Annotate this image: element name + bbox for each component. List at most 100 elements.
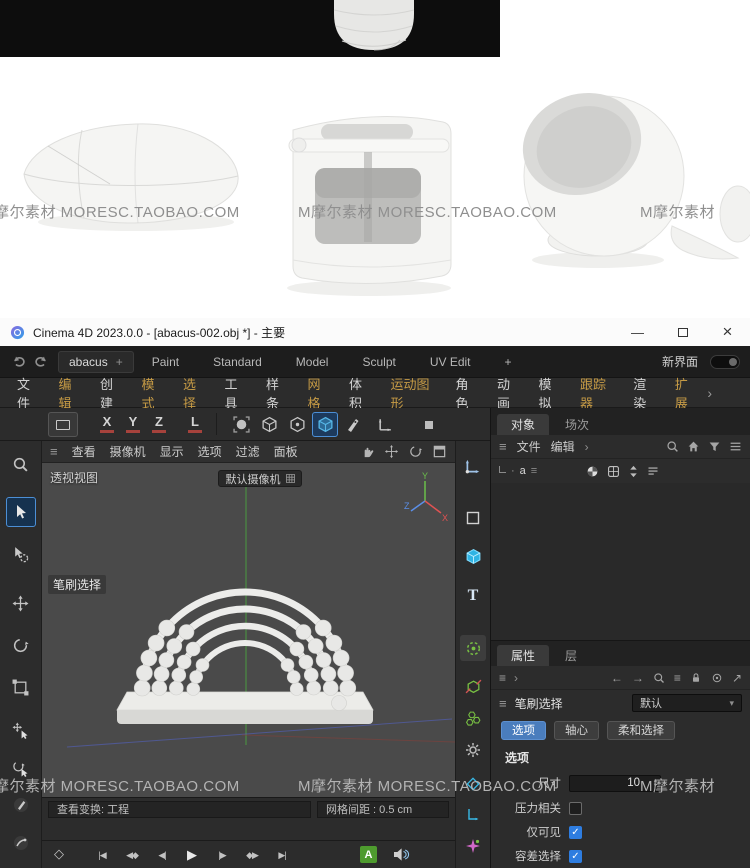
options-mode-button[interactable]: 选项 bbox=[501, 720, 546, 740]
viewport-menu-icon[interactable]: ≡ bbox=[50, 444, 58, 459]
move-cursor-tool-icon[interactable] bbox=[6, 715, 36, 745]
selection-brush-tool-icon[interactable] bbox=[6, 539, 36, 569]
maximize-view-icon[interactable] bbox=[432, 444, 447, 459]
layout-preset-model[interactable]: Model bbox=[296, 355, 329, 369]
menu-create[interactable]: 创建 bbox=[91, 374, 133, 412]
pivot-mode-button[interactable]: 轴心 bbox=[554, 720, 599, 740]
rotate-tool-icon[interactable] bbox=[6, 630, 36, 660]
point-mode-icon[interactable] bbox=[284, 412, 310, 437]
prev-frame-button[interactable]: ◀| bbox=[150, 846, 174, 864]
tab-takes[interactable]: 场次 bbox=[551, 414, 603, 435]
filter-menu-icon[interactable]: ≡ bbox=[674, 671, 681, 685]
target-icon[interactable] bbox=[711, 672, 723, 684]
visibility-dots-icon[interactable] bbox=[628, 465, 639, 478]
sound-icon[interactable] bbox=[392, 846, 410, 863]
play-button[interactable]: ▶ bbox=[180, 846, 204, 864]
axis-lock-z-button[interactable]: Z bbox=[150, 414, 168, 433]
history-back-icon[interactable]: ← bbox=[611, 671, 623, 685]
menu-select[interactable]: 选择 bbox=[174, 374, 216, 412]
tab-layers[interactable]: 层 bbox=[551, 645, 591, 666]
pen-tool-icon[interactable] bbox=[6, 790, 36, 820]
menu-volume[interactable]: 体积 bbox=[340, 374, 382, 412]
next-key-button[interactable]: ◆▶ bbox=[240, 846, 264, 864]
add-layout-button[interactable]: + bbox=[505, 355, 512, 369]
menu-spline[interactable]: 样条 bbox=[257, 374, 299, 412]
object-menu-overflow[interactable]: › bbox=[585, 440, 589, 454]
size-stepper[interactable]: ▴ ▾ bbox=[654, 776, 657, 791]
search-icon[interactable] bbox=[666, 440, 679, 453]
rotate-view-icon[interactable] bbox=[408, 444, 423, 459]
make-editable-icon[interactable] bbox=[228, 412, 254, 437]
soft-selection-mode-button[interactable]: 柔和选择 bbox=[607, 720, 675, 740]
rotate-cursor-tool-icon[interactable] bbox=[6, 753, 36, 783]
object-name[interactable]: a bbox=[520, 465, 526, 477]
menu-mograph[interactable]: 运动图形 bbox=[382, 374, 447, 412]
uv-grid-icon[interactable] bbox=[607, 465, 620, 478]
menu-tracker[interactable]: 跟踪器 bbox=[571, 374, 624, 412]
layout-icon[interactable] bbox=[647, 465, 659, 477]
bracket-icon[interactable] bbox=[460, 801, 486, 827]
cube-icon[interactable] bbox=[460, 543, 486, 569]
object-menu-icon[interactable]: ≡ bbox=[499, 439, 507, 454]
menu-simulate[interactable]: 模拟 bbox=[530, 374, 572, 412]
goto-end-button[interactable]: ▶| bbox=[270, 846, 294, 864]
size-input[interactable]: 10 ▴ ▾ bbox=[569, 774, 661, 792]
menu-extensions[interactable]: 扩展 bbox=[666, 374, 708, 412]
vp-menu-view[interactable]: 查看 bbox=[72, 443, 96, 460]
spline-pen-icon[interactable] bbox=[340, 412, 366, 437]
add-document-icon[interactable]: + bbox=[116, 355, 123, 369]
vp-menu-filter[interactable]: 过滤 bbox=[236, 443, 260, 460]
maximize-button[interactable] bbox=[660, 318, 705, 346]
pan-hand-icon[interactable] bbox=[360, 444, 375, 459]
keyframe-diamond-icon[interactable]: ◇ bbox=[54, 846, 64, 862]
prev-key-button[interactable]: ◀◆ bbox=[120, 846, 144, 864]
close-button[interactable]: × bbox=[705, 318, 750, 346]
options-section-header[interactable]: 选项 bbox=[491, 744, 750, 770]
search-icon[interactable] bbox=[653, 672, 665, 684]
new-interface-label[interactable]: 新界面 bbox=[662, 353, 698, 370]
layout-preset-sculpt[interactable]: Sculpt bbox=[362, 355, 395, 369]
view-label[interactable]: 透视视图 bbox=[50, 469, 98, 486]
star-icon[interactable] bbox=[460, 833, 486, 859]
menu-character[interactable]: 角色 bbox=[447, 374, 489, 412]
external-link-icon[interactable]: ↗ bbox=[732, 671, 742, 685]
axis-workplane-icon[interactable] bbox=[372, 412, 398, 437]
menu-animate[interactable]: 动画 bbox=[488, 374, 530, 412]
home-icon[interactable] bbox=[687, 440, 700, 453]
vp-menu-options[interactable]: 选项 bbox=[198, 443, 222, 460]
layout-preset-standard[interactable]: Standard bbox=[213, 355, 262, 369]
object-menu-edit[interactable]: 编辑 bbox=[551, 438, 575, 455]
stepper-down-icon[interactable]: ▾ bbox=[654, 782, 657, 789]
tab-objects[interactable]: 对象 bbox=[497, 414, 550, 435]
undo-icon[interactable] bbox=[10, 354, 27, 369]
scale-tool-icon[interactable] bbox=[6, 672, 36, 702]
list-menu-icon[interactable] bbox=[729, 440, 742, 453]
menu-edit[interactable]: 编辑 bbox=[50, 374, 92, 412]
filter-funnel-icon[interactable] bbox=[708, 440, 721, 453]
vp-menu-display[interactable]: 显示 bbox=[160, 443, 184, 460]
viewport-canvas[interactable]: 透视视图 默认摄像机 笔刷选择 Y Z X bbox=[42, 463, 455, 797]
attribute-menu-icon[interactable]: ≡ bbox=[499, 671, 506, 685]
history-forward-icon[interactable]: → bbox=[632, 671, 644, 685]
object-list-empty-area[interactable] bbox=[491, 483, 750, 640]
object-list-row[interactable]: · a ≡ bbox=[491, 459, 750, 483]
attribute-overflow-chevron[interactable]: › bbox=[514, 671, 518, 685]
preset-dropdown[interactable]: 默认 ▾ bbox=[632, 694, 742, 712]
model-mode-icon[interactable] bbox=[256, 412, 282, 437]
pressure-checkbox[interactable] bbox=[569, 801, 582, 815]
autokey-button[interactable]: A bbox=[360, 846, 377, 863]
document-tab-abacus[interactable]: abacus + bbox=[58, 350, 134, 373]
move-view-icon[interactable] bbox=[384, 444, 399, 459]
menu-mode[interactable]: 模式 bbox=[133, 374, 175, 412]
object-menu-file[interactable]: 文件 bbox=[517, 438, 541, 455]
move-tool-icon[interactable] bbox=[6, 588, 36, 618]
snap-toggle-icon[interactable] bbox=[416, 412, 442, 437]
vp-menu-panel[interactable]: 面板 bbox=[274, 443, 298, 460]
menu-mesh[interactable]: 网格 bbox=[299, 374, 341, 412]
coordinates-icon[interactable] bbox=[460, 453, 486, 479]
material-sphere-icon[interactable] bbox=[586, 465, 599, 478]
tool-header-menu-icon[interactable]: ≡ bbox=[499, 696, 507, 711]
honeycomb-icon[interactable] bbox=[460, 705, 486, 731]
polygon-mode-icon[interactable] bbox=[312, 412, 338, 437]
layout-preset-paint[interactable]: Paint bbox=[152, 355, 179, 369]
